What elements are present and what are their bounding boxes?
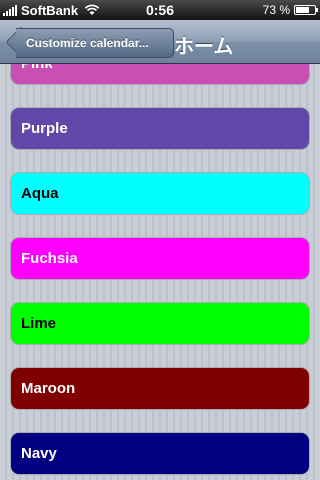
color-label: Maroon <box>21 380 76 397</box>
color-label: Aqua <box>21 185 59 202</box>
back-button[interactable]: Customize calendar... <box>16 28 174 58</box>
color-cell-pink[interactable]: Pink <box>10 64 310 85</box>
color-label: Purple <box>21 120 68 137</box>
navigation-bar: Customize calendar... ホーム <box>0 20 320 64</box>
color-cell-purple[interactable]: Purple <box>10 107 310 150</box>
color-cell-lime[interactable]: Lime <box>10 302 310 345</box>
color-label: Pink <box>21 64 53 72</box>
color-cell-maroon[interactable]: Maroon <box>10 367 310 410</box>
back-button-wrapper[interactable]: Customize calendar... <box>5 26 174 58</box>
color-label: Navy <box>21 445 57 462</box>
color-cell-aqua[interactable]: Aqua <box>10 172 310 215</box>
color-cell-fuchsia[interactable]: Fuchsia <box>10 237 310 280</box>
status-right: 73 % <box>262 2 318 18</box>
color-label: Lime <box>21 315 57 332</box>
color-label: Fuchsia <box>21 250 78 267</box>
color-cell-navy[interactable]: Navy <box>10 432 310 475</box>
battery-level-fill <box>296 7 309 13</box>
battery-percent: 73 % <box>262 3 290 17</box>
page-title: ホーム <box>174 36 234 58</box>
battery-icon <box>294 5 318 15</box>
color-list-view[interactable]: Pink Purple Aqua Fuchsia Lime Maroon Navy <box>0 64 320 480</box>
status-bar: SoftBank 0:56 73 % <box>0 0 320 20</box>
